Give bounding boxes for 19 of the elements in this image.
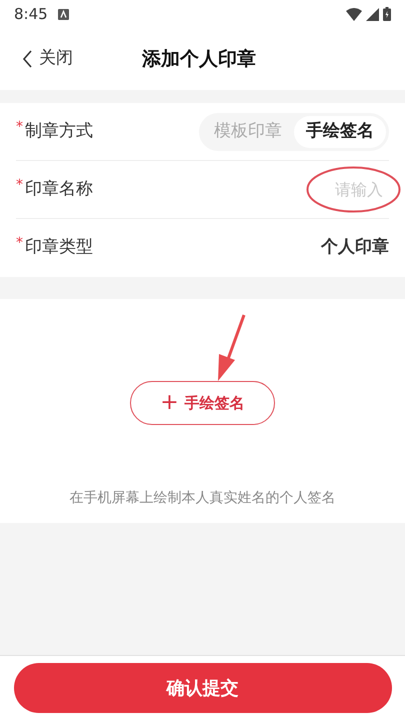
segment-option[interactable]: 手绘签名	[294, 116, 386, 148]
field-label: 印章类型	[25, 236, 93, 260]
draw-signature-button[interactable]: + 手绘签名	[130, 381, 275, 425]
status-time: 8:45	[14, 4, 48, 25]
field-label: 印章名称	[25, 178, 93, 201]
wifi-icon	[346, 8, 362, 20]
battery-icon	[383, 7, 391, 21]
submit-button[interactable]: 确认提交	[14, 663, 392, 713]
field-label: 制章方式	[25, 120, 93, 143]
required-mark: *	[16, 176, 23, 195]
required-mark: *	[16, 118, 23, 137]
field-value: 个人印章	[321, 236, 389, 260]
chevron-left-icon	[22, 50, 33, 68]
page-title: 添加个人印章	[142, 46, 256, 72]
notification-icon	[58, 8, 69, 20]
signature-hint: 在手机屏幕上绘制本人真实姓名的个人签名	[70, 489, 336, 508]
required-mark: *	[16, 234, 23, 254]
signal-icon	[366, 8, 379, 20]
back-button[interactable]: 关闭	[22, 46, 73, 72]
